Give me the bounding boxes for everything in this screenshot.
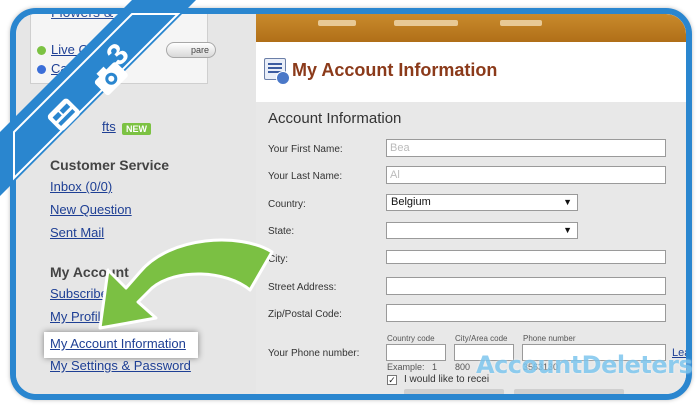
curved-arrow-icon (98, 238, 274, 330)
brand-logo-icon (47, 98, 80, 131)
step-badge: 3 (0, 0, 200, 200)
badge-banner (0, 0, 196, 196)
watermark-text: AccountDeleters (476, 351, 693, 379)
